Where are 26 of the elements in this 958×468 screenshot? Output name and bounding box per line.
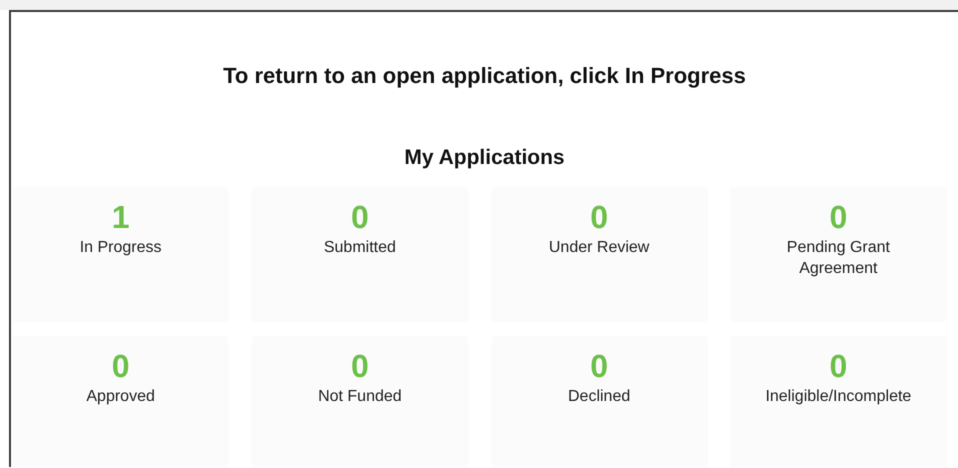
status-card[interactable]: 0 Approved xyxy=(12,336,230,467)
status-label: In Progress xyxy=(80,238,162,258)
status-count: 0 xyxy=(590,348,608,384)
status-count: 0 xyxy=(350,348,369,384)
instruction-text: To return to an open application, click In Progress xyxy=(223,62,746,90)
status-count: 1 xyxy=(112,199,130,235)
status-count: 0 xyxy=(829,348,848,384)
status-label: Not Funded xyxy=(318,387,402,407)
section-heading: My Applications xyxy=(404,145,565,171)
status-card[interactable]: 0 Pending Grant Agreement xyxy=(730,187,947,322)
status-count: 0 xyxy=(590,199,608,235)
status-label: Ineligible/Incomplete xyxy=(765,387,912,407)
status-label: Pending Grant Agreement xyxy=(786,238,891,279)
status-card[interactable]: 0 Submitted xyxy=(251,187,468,322)
status-card[interactable]: 0 Declined xyxy=(490,336,708,467)
status-label: Under Review xyxy=(548,238,650,258)
status-count: 0 xyxy=(350,199,369,235)
status-card[interactable]: 1 In Progress xyxy=(12,187,230,322)
status-card[interactable]: 0 Not Funded xyxy=(251,336,468,467)
status-label: Approved xyxy=(86,387,155,407)
status-count: 0 xyxy=(829,199,848,235)
status-card[interactable]: 0 Under Review xyxy=(490,187,708,322)
status-card[interactable]: 0 Ineligible/Incomplete xyxy=(730,336,947,467)
status-count: 0 xyxy=(112,348,130,384)
status-label: Submitted xyxy=(324,238,396,258)
status-label: Declined xyxy=(568,387,630,407)
